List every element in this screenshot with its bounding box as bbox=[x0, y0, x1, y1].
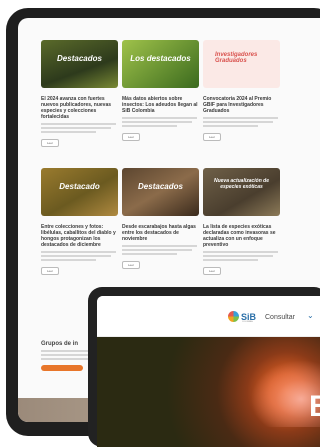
card-title[interactable]: Desde escarabajos hasta algas entre los … bbox=[122, 224, 201, 242]
card-excerpt bbox=[203, 117, 282, 127]
card-thumbnail: Los destacados bbox=[122, 40, 199, 88]
news-card[interactable]: Nueva actualización de especies exóticas… bbox=[203, 168, 282, 288]
thumbnail-caption: Destacado bbox=[59, 182, 100, 191]
logo-subtitle: COLOMBIA bbox=[242, 321, 253, 323]
chevron-down-icon[interactable]: ⌄ bbox=[307, 311, 314, 320]
card-title[interactable]: Más datos abiertos sobre insectos: Los a… bbox=[122, 96, 201, 114]
card-thumbnail: Destacados bbox=[41, 40, 118, 88]
thumbnail-caption: Destacados bbox=[57, 54, 102, 63]
thumbnail-caption: Investigadores Graduados bbox=[215, 52, 258, 64]
card-title[interactable]: La lista de especies exóticas declaradas… bbox=[203, 224, 282, 248]
thumbnail-caption: Nueva actualización de especies exóticas bbox=[213, 178, 270, 190]
sib-logo-icon bbox=[228, 311, 239, 322]
read-more-button[interactable]: Leer bbox=[41, 267, 59, 275]
card-thumbnail: Nueva actualización de especies exóticas bbox=[203, 168, 280, 216]
read-more-button[interactable]: Leer bbox=[122, 261, 140, 269]
card-thumbnail: Destacado bbox=[41, 168, 118, 216]
card-thumbnail: Destacados bbox=[122, 168, 199, 216]
read-more-button[interactable]: Leer bbox=[41, 139, 59, 147]
news-card[interactable]: Destacados El 2024 avanza con fuertes nu… bbox=[41, 40, 120, 160]
read-more-button[interactable]: Leer bbox=[203, 133, 221, 141]
top-nav: SiB COLOMBIA Consultar ⌄ bbox=[97, 296, 320, 337]
card-excerpt bbox=[122, 245, 201, 255]
card-title[interactable]: Convocatoria 2024 al Premio GBIF para In… bbox=[203, 96, 282, 114]
nav-item-consultar[interactable]: Consultar bbox=[265, 314, 295, 321]
thumbnail-caption: Destacados bbox=[138, 182, 183, 191]
laptop-screen: SiB COLOMBIA Consultar ⌄ B bbox=[97, 296, 320, 447]
news-card[interactable]: Los destacados Más datos abiertos sobre … bbox=[122, 40, 201, 160]
logo-text: SiB bbox=[241, 311, 257, 322]
card-title[interactable]: Entre colecciones y fotos: libélulas, ca… bbox=[41, 224, 120, 248]
read-more-button[interactable]: Leer bbox=[122, 133, 140, 141]
card-excerpt bbox=[41, 251, 120, 261]
card-excerpt bbox=[122, 117, 201, 127]
read-more-button[interactable]: Leer bbox=[203, 267, 221, 275]
thumbnail-caption: Los destacados bbox=[130, 54, 191, 63]
news-card[interactable]: Destacado Entre colecciones y fotos: lib… bbox=[41, 168, 120, 288]
card-title[interactable]: El 2024 avanza con fuertes nuevos public… bbox=[41, 96, 120, 120]
card-thumbnail: Investigadores Graduados bbox=[203, 40, 280, 88]
laptop-device: SiB COLOMBIA Consultar ⌄ B bbox=[88, 287, 320, 447]
card-excerpt bbox=[41, 123, 120, 133]
groups-cta-button[interactable] bbox=[41, 365, 83, 371]
sib-logo[interactable]: SiB COLOMBIA bbox=[228, 311, 257, 323]
card-excerpt bbox=[203, 251, 282, 261]
hero-heading: B bbox=[309, 390, 320, 423]
news-card[interactable]: Investigadores Graduados Convocatoria 20… bbox=[203, 40, 282, 160]
news-card[interactable]: Destacados Desde escarabajos hasta algas… bbox=[122, 168, 201, 288]
